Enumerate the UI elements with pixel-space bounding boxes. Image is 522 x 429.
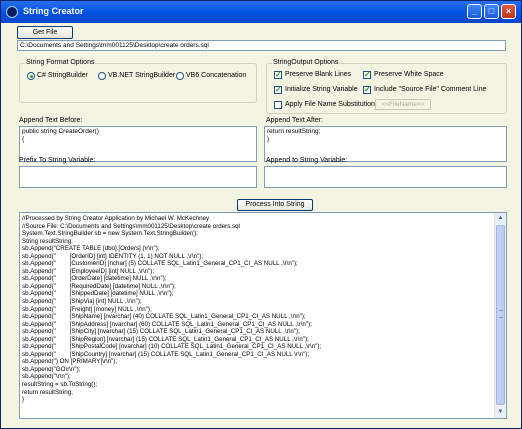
prefix-to-string-variable-label: Prefix To String Variable: [19,157,96,164]
prefix-to-string-variable-field[interactable] [19,166,257,188]
output-text-area[interactable]: //Processed by String Creator Applicatio… [19,212,507,419]
string-format-options-title: String Format Options [25,59,96,66]
source-file-path-field[interactable]: C:\Documents and Settings\mm001125\Deskt… [17,40,506,51]
include-source-file-comment-label[interactable]: Include "Source File" Comment Line [374,86,486,93]
string-output-options-group: StringOutput Options Preserve Blank Line… [266,59,507,114]
radio-vbnet-stringbuilder[interactable] [98,72,106,80]
radio-vb6-concatenation[interactable] [176,72,184,80]
close-button[interactable]: × [501,4,516,19]
minimize-button[interactable]: _ [467,4,482,19]
title-bar[interactable]: String Creator _ □ × [1,1,521,23]
output-code[interactable]: //Processed by String Creator Applicatio… [22,215,492,404]
file-name-substitution-field[interactable]: <<FileName>> [375,99,431,110]
radio-csharp-stringbuilder[interactable] [27,72,35,80]
initialize-string-variable-checkbox[interactable] [274,85,282,94]
maximize-button[interactable]: □ [484,4,499,19]
window-title: String Creator [23,6,84,16]
scroll-down-arrow-icon[interactable]: ▼ [495,407,506,418]
apply-file-name-substitution-label[interactable]: Apply File Name Substitution [285,101,375,108]
string-creator-window: String Creator _ □ × Get File C:\Documen… [0,0,522,429]
append-to-string-variable-field[interactable] [264,166,507,188]
append-to-string-variable-label: Append to String Variable: [266,157,348,164]
radio-vb6-concatenation-label[interactable]: VB6 Concatenation [186,72,246,79]
preserve-white-space-checkbox[interactable] [363,70,371,79]
string-output-options-title: StringOutput Options [272,59,340,66]
preserve-blank-lines-checkbox[interactable] [274,70,282,79]
apply-file-name-substitution-checkbox[interactable] [274,101,282,109]
get-file-button[interactable]: Get File [17,26,73,39]
radio-csharp-stringbuilder-label[interactable]: C# StringBuilder [37,72,88,79]
preserve-white-space-label[interactable]: Preserve White Space [374,71,444,78]
preserve-blank-lines-label[interactable]: Preserve Blank Lines [285,71,351,78]
append-text-before-label: Append Text Before: [19,117,83,124]
process-into-string-button[interactable]: Process Into String [237,199,313,211]
radio-vbnet-stringbuilder-label[interactable]: VB.NET StringBuilder [108,72,175,79]
append-text-after-label: Append Text After: [266,117,324,124]
include-source-file-comment-checkbox[interactable] [363,85,371,94]
string-format-options-group: String Format Options C# StringBuilder V… [19,59,257,103]
vertical-scrollbar[interactable]: ▲ ▼ [494,213,506,418]
scroll-up-arrow-icon[interactable]: ▲ [495,213,506,224]
scroll-thumb[interactable] [496,225,505,405]
initialize-string-variable-label[interactable]: Initialize String Variable [285,86,358,93]
app-icon [6,6,18,18]
scroll-grip-icon [499,310,503,318]
